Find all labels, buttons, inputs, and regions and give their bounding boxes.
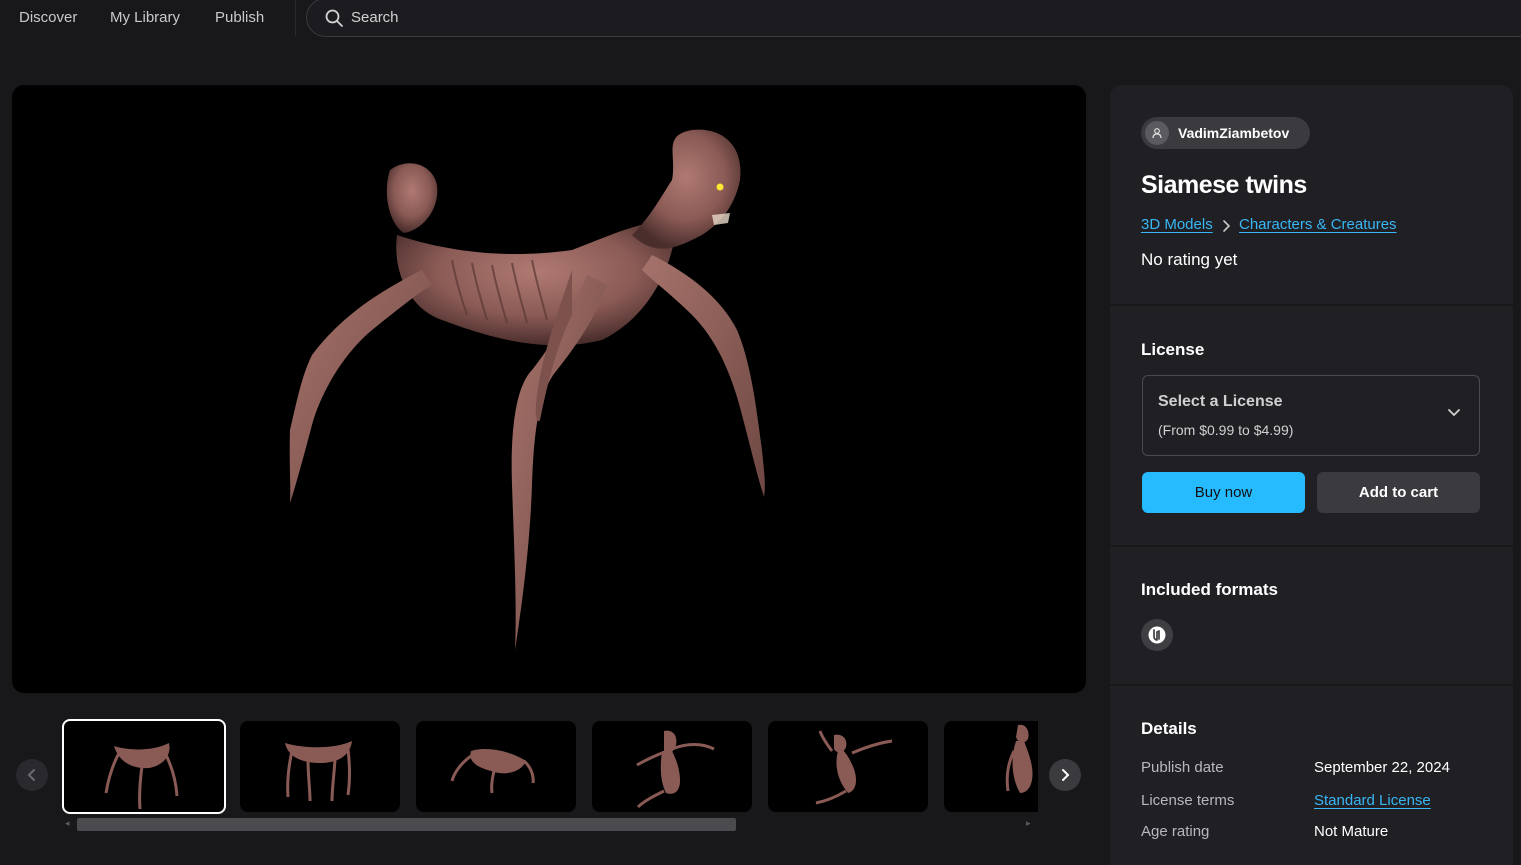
chevron-left-icon	[27, 769, 35, 781]
license-heading: License	[1141, 340, 1205, 359]
search-icon	[325, 9, 343, 27]
section-divider	[1110, 684, 1513, 686]
nav-publish[interactable]: Publish	[215, 0, 264, 35]
thumbnail-image	[636, 730, 715, 809]
thumbnail-3[interactable]	[416, 721, 576, 812]
thumbnail-image	[1005, 724, 1033, 793]
thumbnail-5[interactable]	[768, 721, 928, 812]
section-divider	[1110, 304, 1513, 306]
chevron-right-icon	[1062, 769, 1070, 781]
rating-text: No rating yet	[1141, 250, 1238, 269]
avatar	[1145, 121, 1169, 145]
search-input[interactable]: Search	[306, 0, 1521, 37]
search-placeholder: Search	[351, 9, 399, 26]
detail-label-age-rating: Age rating	[1141, 823, 1210, 840]
top-navigation: Discover My Library Publish Search	[0, 0, 1521, 37]
detail-value-age-rating: Not Mature	[1314, 823, 1389, 840]
carousel-scrollbar-thumb[interactable]	[77, 818, 736, 831]
user-icon	[1152, 128, 1162, 139]
breadcrumb-3d-models[interactable]: 3D Models	[1141, 216, 1213, 233]
seller-name: VadimZiambetov	[1178, 125, 1290, 141]
chevron-right-icon	[1223, 220, 1231, 232]
unreal-engine-icon[interactable]	[1141, 619, 1173, 651]
thumbnail-2[interactable]	[240, 721, 400, 812]
nav-my-library[interactable]: My Library	[110, 0, 180, 35]
creature-render	[289, 129, 765, 650]
scroll-left-arrow-icon[interactable]: ◂	[65, 818, 70, 829]
detail-value-publish-date: September 22, 2024	[1314, 759, 1450, 776]
included-formats-heading: Included formats	[1141, 580, 1278, 599]
thumbnail-6[interactable]	[944, 721, 1038, 812]
thumbnail-image	[450, 749, 535, 794]
thumbnail-1[interactable]	[62, 719, 226, 814]
unreal-engine-logo	[1148, 626, 1166, 644]
thumbnail-image	[285, 741, 352, 802]
nav-divider	[295, 0, 296, 36]
thumbnail-strip	[62, 719, 1038, 814]
page-title: Siamese twins	[1141, 171, 1307, 199]
buy-now-button[interactable]: Buy now	[1142, 472, 1305, 513]
carousel-next-button[interactable]	[1049, 759, 1081, 791]
section-divider	[1110, 545, 1513, 547]
breadcrumb-characters-creatures[interactable]: Characters & Creatures	[1239, 216, 1397, 233]
thumbnail-image	[104, 743, 179, 810]
seller-chip[interactable]: VadimZiambetov	[1141, 117, 1310, 149]
license-select[interactable]: Select a License (From $0.99 to $4.99)	[1142, 375, 1480, 456]
thumbnail-image	[815, 730, 893, 805]
nav-discover[interactable]: Discover	[19, 0, 77, 35]
details-heading: Details	[1141, 719, 1197, 738]
license-price-range: (From $0.99 to $4.99)	[1158, 422, 1294, 438]
thumbnail-4[interactable]	[592, 721, 752, 812]
standard-license-link[interactable]: Standard License	[1314, 792, 1431, 809]
add-to-cart-button[interactable]: Add to cart	[1317, 472, 1480, 513]
carousel-prev-button[interactable]	[16, 759, 48, 791]
chevron-down-icon	[1448, 409, 1460, 417]
detail-label-publish-date: Publish date	[1141, 759, 1224, 776]
main-preview-image[interactable]	[12, 85, 1086, 693]
detail-label-license-terms: License terms	[1141, 792, 1235, 809]
license-select-label: Select a License	[1158, 393, 1283, 410]
scroll-right-arrow-icon[interactable]: ▸	[1026, 818, 1031, 829]
